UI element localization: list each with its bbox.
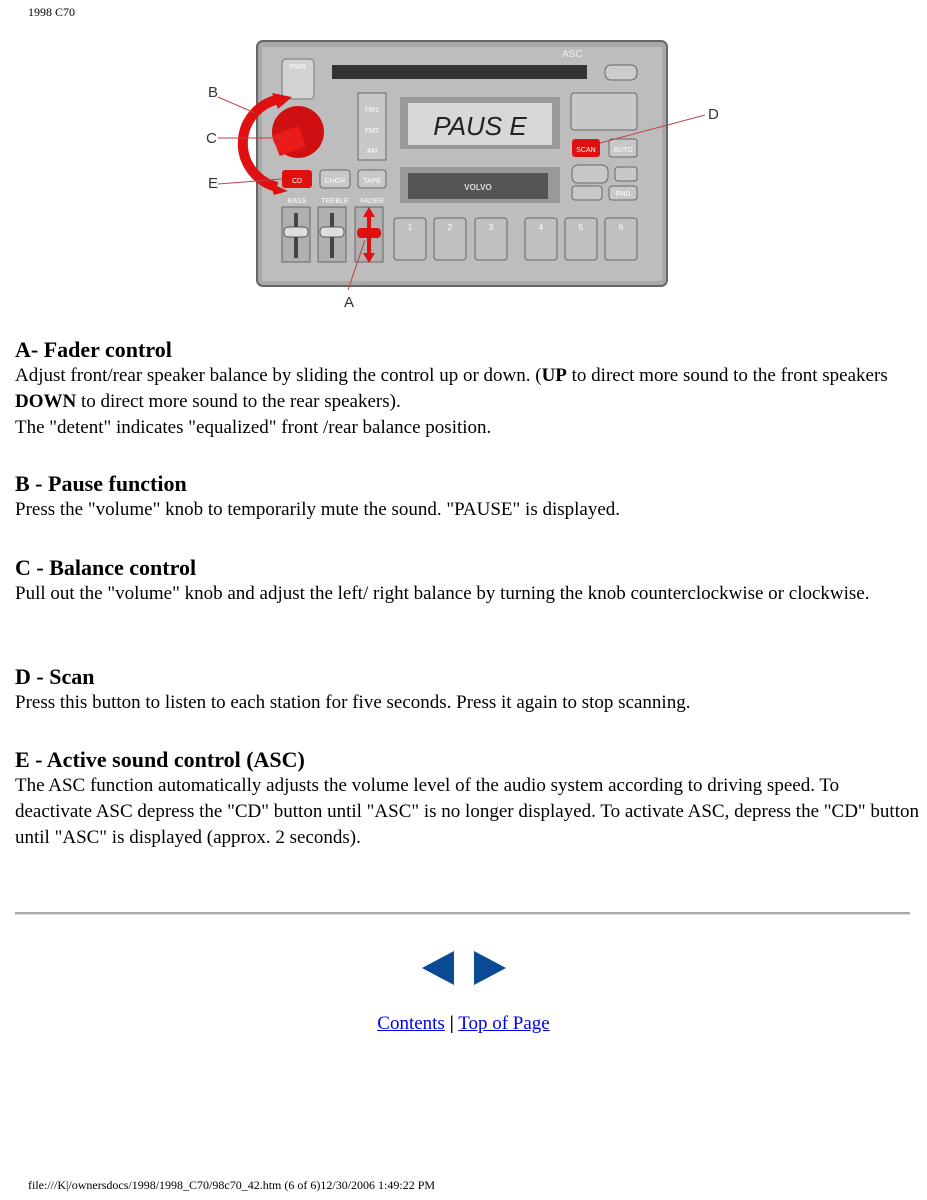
svg-text:1: 1 bbox=[408, 223, 413, 232]
next-page-arrow-icon[interactable] bbox=[474, 951, 506, 985]
svg-text:AM: AM bbox=[367, 148, 378, 155]
section-body: The ASC function automatically adjusts t… bbox=[15, 775, 919, 848]
section-body: Press this button to listen to each stat… bbox=[15, 692, 691, 713]
svg-text:B: B bbox=[208, 84, 218, 101]
svg-text:FM2: FM2 bbox=[365, 128, 379, 135]
svg-text:5: 5 bbox=[579, 223, 584, 232]
svg-text:E: E bbox=[208, 175, 218, 192]
svg-text:2: 2 bbox=[448, 223, 453, 232]
section-fader: A- Fader control Adjust front/rear speak… bbox=[15, 337, 920, 441]
page-navigation bbox=[422, 951, 506, 985]
section-body: Press the "volume" knob to temporarily m… bbox=[15, 499, 621, 520]
section-heading: C - Balance control bbox=[15, 555, 197, 580]
svg-text:FADER: FADER bbox=[360, 198, 383, 205]
svg-text:TAPE: TAPE bbox=[363, 178, 381, 185]
divider bbox=[15, 912, 910, 915]
section-body: Adjust front/rear speaker balance by sli… bbox=[15, 365, 888, 438]
band-buttons: FM1 FM2 AM bbox=[357, 92, 387, 161]
sliders bbox=[281, 206, 384, 263]
svg-text:4: 4 bbox=[539, 223, 544, 232]
svg-text:CD: CD bbox=[292, 178, 302, 185]
svg-text:A: A bbox=[344, 294, 354, 311]
radio-diagram: PWR ASC FM1 FM2 AM PAUS E SCAN AUTO CD C… bbox=[206, 40, 719, 311]
svg-text:6: 6 bbox=[619, 223, 624, 232]
svg-text:D: D bbox=[708, 106, 719, 123]
link-separator: | bbox=[449, 1013, 454, 1034]
svg-text:FM1: FM1 bbox=[365, 107, 379, 114]
section-asc: E - Active sound control (ASC) The ASC f… bbox=[15, 747, 920, 851]
section-heading: E - Active sound control (ASC) bbox=[15, 747, 305, 772]
svg-text:TREBLE: TREBLE bbox=[321, 198, 349, 205]
top-of-page-link[interactable]: Top of Page bbox=[458, 1013, 550, 1034]
section-scan: D - Scan Press this button to listen to … bbox=[15, 664, 920, 716]
page-header: 1998 C70 bbox=[28, 5, 76, 19]
section-heading: D - Scan bbox=[15, 664, 95, 689]
section-heading: B - Pause function bbox=[15, 471, 187, 496]
svg-text:BASS: BASS bbox=[288, 198, 307, 205]
section-heading: A- Fader control bbox=[15, 337, 172, 362]
section-pause: B - Pause function Press the "volume" kn… bbox=[15, 471, 920, 523]
svg-text:C: C bbox=[206, 130, 217, 147]
svg-text:3: 3 bbox=[489, 223, 494, 232]
section-balance: C - Balance control Pull out the "volume… bbox=[15, 555, 920, 607]
display-text: PAUS E bbox=[433, 111, 527, 141]
svg-text:ASC: ASC bbox=[562, 49, 583, 60]
svg-text:RND: RND bbox=[615, 191, 630, 198]
previous-page-arrow-icon[interactable] bbox=[422, 951, 454, 985]
file-path-footer: file:///K|/ownersdocs/1998/1998_C70/98c7… bbox=[28, 1178, 436, 1192]
svg-text:CHGR: CHGR bbox=[325, 178, 346, 185]
svg-text:VOLVO: VOLVO bbox=[464, 183, 491, 192]
svg-text:AUTO: AUTO bbox=[613, 147, 633, 154]
footer-links: Contents | Top of Page bbox=[0, 1013, 927, 1035]
svg-text:SCAN: SCAN bbox=[576, 147, 595, 154]
section-body: Pull out the "volume" knob and adjust th… bbox=[15, 583, 870, 604]
contents-link[interactable]: Contents bbox=[377, 1013, 445, 1034]
svg-text:PWR: PWR bbox=[290, 64, 306, 71]
